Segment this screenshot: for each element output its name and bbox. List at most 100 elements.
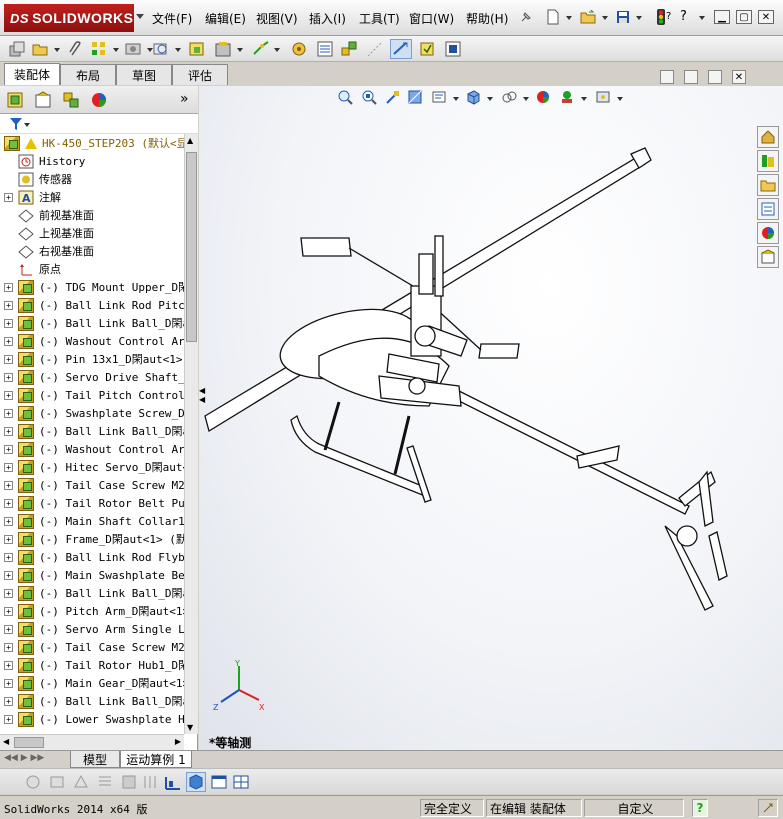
tree-item[interactable]: + (-) Pin 13x1_D閑aut<1> [0,350,184,368]
tree-item[interactable]: + A 注解 [0,188,184,206]
mate-paperclip-icon[interactable] [66,40,84,58]
move-dropdown-icon[interactable] [175,48,181,52]
expand-toggle-icon[interactable]: + [4,624,13,634]
tree-item[interactable]: + (-) Tail Rotor Hub1_D閑 [0,656,184,674]
expand-toggle-icon[interactable]: + [4,336,13,346]
custom-properties-icon[interactable] [757,246,779,268]
expand-toggle-icon[interactable]: + [4,642,13,652]
single-view-icon[interactable] [210,773,228,791]
tree-item[interactable]: + (-) Lower Swashplate Ho [0,710,184,728]
isometric-view-icon[interactable] [186,772,206,792]
scroll-down-arrow-icon[interactable]: ▼ [187,723,193,732]
close-button[interactable]: ✕ [758,10,774,24]
perspective-icon[interactable] [164,773,182,791]
menu-insert[interactable]: 插入(I) [309,10,346,27]
tree-item[interactable]: + (-) Ball Link Ball_D閑a [0,314,184,332]
save-icon[interactable] [614,8,632,26]
hidden-lines-visible-icon[interactable] [48,773,66,791]
tab-sketch[interactable]: 草图 [116,64,172,85]
insert-component-icon[interactable] [31,40,49,58]
menu-window[interactable]: 窗口(W) [409,10,454,27]
help-question-icon[interactable]: ? [680,9,687,24]
expand-toggle-icon[interactable]: + [4,570,13,580]
panel-expand-icon[interactable]: » [180,91,189,107]
exploded-view-icon[interactable] [340,40,358,58]
view-palette-icon[interactable] [757,198,779,220]
expand-toggle-icon[interactable]: + [4,606,13,616]
linear-pattern-icon[interactable] [90,40,108,58]
instant-3d-icon[interactable] [390,39,412,59]
tree-item[interactable]: + (-) Hitec Servo_D閑aut< [0,458,184,476]
wireframe-icon[interactable] [72,773,90,791]
tree-item[interactable]: + (-) Tail Pitch Control_ [0,386,184,404]
assembly-icon[interactable] [8,40,26,58]
scroll-thumb[interactable] [186,152,197,342]
file-explorer-icon[interactable] [757,174,779,196]
expand-toggle-icon[interactable]: + [4,534,13,544]
new-document-icon[interactable] [544,8,562,26]
menu-tools[interactable]: 工具(T) [359,10,400,27]
tree-item[interactable]: + (-) Ball Link Rod Pitch [0,296,184,314]
expand-toggle-icon[interactable]: + [4,660,13,670]
shaded-edges-icon[interactable] [96,773,114,791]
tree-item[interactable]: History [0,152,184,170]
expand-toggle-icon[interactable]: + [4,678,13,688]
tree-item[interactable]: + (-) Tail Rotor Belt Pul [0,494,184,512]
pin-icon[interactable] [517,8,535,26]
four-view-icon[interactable] [232,773,250,791]
filter-dropdown-icon[interactable] [24,123,30,127]
pattern-dropdown-icon[interactable] [113,48,119,52]
tree-item[interactable]: + (-) Ball Link Rod Flyba [0,548,184,566]
show-hidden-icon[interactable] [188,40,206,58]
tree-item[interactable]: 右视基准面 [0,242,184,260]
solidworks-resources-icon[interactable] [757,126,779,148]
tab-model[interactable]: 模型 [70,751,120,768]
tree-item[interactable]: + (-) Ball Link Ball_D閑a [0,422,184,440]
save-dropdown-icon[interactable] [636,16,642,20]
units-selector[interactable]: 自定义 [584,799,684,817]
scroll-up-arrow-icon[interactable]: ▲ [187,136,193,145]
tree-horizontal-scrollbar[interactable]: ◀ ▶ [0,734,184,750]
expand-toggle-icon[interactable]: + [4,552,13,562]
tree-item[interactable]: 前视基准面 [0,206,184,224]
bill-of-materials-icon[interactable] [316,40,334,58]
expand-toggle-icon[interactable]: + [4,192,13,202]
draft-quality-icon[interactable] [142,773,160,791]
menu-edit[interactable]: 编辑(E) [205,10,246,27]
open-folder-icon[interactable] [579,8,597,26]
hscroll-thumb[interactable] [14,737,44,748]
tree-item[interactable]: + (-) Tail Case Screw M2x [0,476,184,494]
solidworks-logo[interactable]: DS SOLIDWORKS [4,4,134,32]
help-status-icon[interactable]: ? [692,799,708,817]
tree-item[interactable]: + (-) Swashplate Screw_D閑 [0,404,184,422]
viewport-restore-icon[interactable] [708,70,722,84]
expand-toggle-icon[interactable]: + [4,498,13,508]
tree-item[interactable]: 原点 [0,260,184,278]
expand-toggle-icon[interactable]: + [4,480,13,490]
tree-root[interactable]: HK-450_STEP203 (默认<显 [0,134,184,152]
panel-collapse-arrows[interactable]: ◀ ◀ [199,386,205,404]
expand-toggle-icon[interactable]: + [4,282,13,292]
explode-line-sketch-icon[interactable] [366,40,384,58]
expand-toggle-icon[interactable]: + [4,354,13,364]
tree-item[interactable]: + (-) Main Shaft Collar1_ [0,512,184,530]
tab-assembly[interactable]: 装配体 [4,63,60,85]
expand-toggle-icon[interactable]: + [4,318,13,328]
tree-item[interactable]: + (-) Ball Link Ball_D閑a [0,584,184,602]
tree-item[interactable]: + (-) Ball Link Ball_D閑a [0,692,184,710]
tree-item[interactable]: + (-) Washout Control Arm [0,440,184,458]
tree-item[interactable]: 传感器 [0,170,184,188]
appearances-scenes-icon[interactable] [757,222,779,244]
new-dropdown-icon[interactable] [566,16,572,20]
hidden-lines-removed-icon[interactable] [24,773,42,791]
insert-dropdown-icon[interactable] [54,48,60,52]
scroll-left-arrow-icon[interactable]: ◀ [3,737,9,746]
smart-fasteners-icon[interactable] [124,40,142,58]
assembly-features-icon[interactable] [214,40,232,58]
expand-toggle-icon[interactable]: + [4,444,13,454]
expand-toggle-icon[interactable]: + [4,714,13,724]
property-manager-tab-icon[interactable] [34,91,52,109]
restore-button[interactable]: ▢ [736,10,752,24]
expand-toggle-icon[interactable]: + [4,462,13,472]
expand-toggle-icon[interactable]: + [4,372,13,382]
